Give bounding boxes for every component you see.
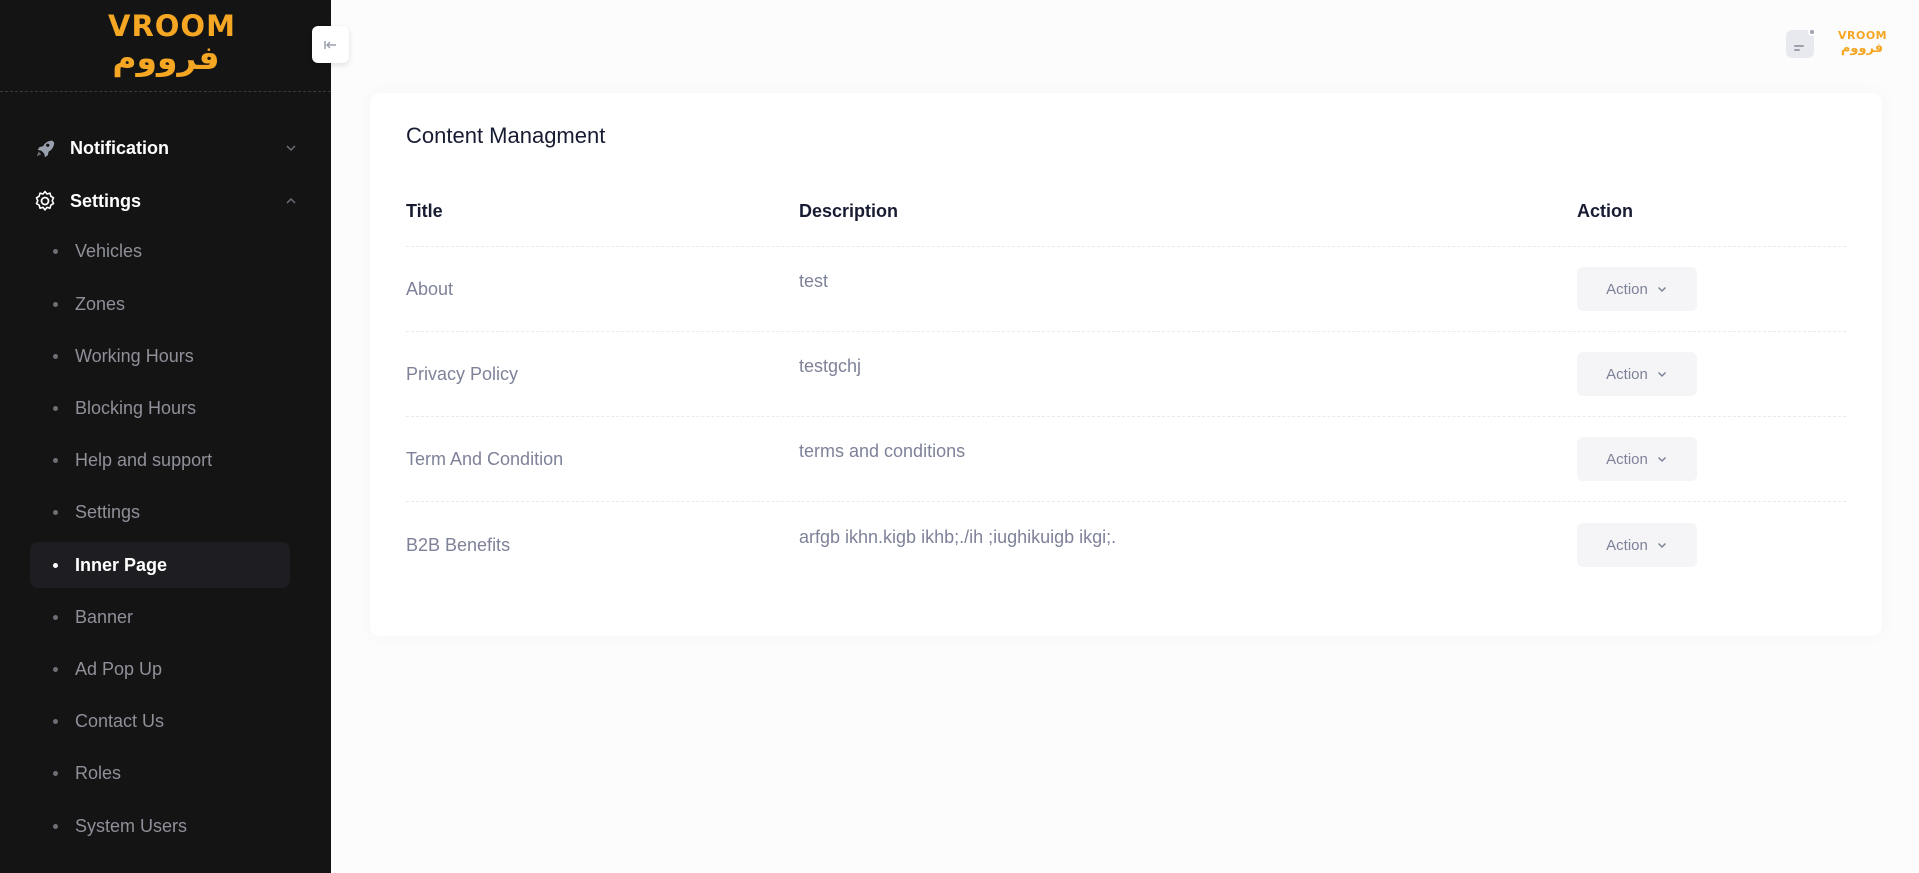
action-dropdown-button[interactable]: Action (1577, 267, 1697, 311)
status-dot (1808, 28, 1816, 36)
column-header-action: Action (1577, 201, 1633, 221)
action-dropdown-button[interactable]: Action (1577, 523, 1697, 567)
sidebar-group-notification[interactable]: Notification (30, 126, 300, 170)
sidebar-item-label: Working Hours (75, 345, 194, 366)
brand-logo[interactable]: VROOM فرووم (108, 10, 235, 77)
chevron-up-icon (284, 194, 298, 208)
sidebar-item-system-users[interactable]: System Users (30, 803, 290, 849)
sidebar-item-contact-us[interactable]: Contact Us (30, 698, 290, 744)
bullet (53, 614, 58, 620)
sidebar-item-zones[interactable]: Zones (30, 281, 290, 327)
sidebar-item-working-hours[interactable]: Working Hours (30, 333, 290, 379)
row-divider (406, 246, 1846, 247)
avatar-line (1794, 45, 1804, 47)
bullet (53, 718, 58, 724)
sidebar-logo-area: VROOM فرووم (0, 0, 331, 92)
sidebar-item-label: Contact Us (75, 710, 165, 731)
chevron-down-icon (1657, 456, 1666, 463)
row-divider (406, 331, 1846, 332)
sidebar-group-label: Notification (70, 137, 169, 158)
content-management-card: Content Managment Title Description Acti… (370, 93, 1882, 636)
sidebar-item-vehicles[interactable]: Vehicles (30, 228, 290, 274)
sidebar-item-help-and-support[interactable]: Help and support (30, 437, 290, 483)
bullet (53, 770, 58, 776)
sidebar-item-blocking-hours[interactable]: Blocking Hours (30, 385, 290, 431)
column-header-title: Title (406, 201, 443, 221)
sidebar-item-inner-page[interactable]: Inner Page (30, 542, 290, 588)
row-divider (406, 501, 1846, 502)
sidebar-item-label: Zones (75, 293, 126, 314)
sidebar-item-label: Blocking Hours (75, 397, 197, 418)
chevron-down-icon (1657, 542, 1666, 549)
sidebar-collapse-button[interactable] (312, 26, 349, 63)
sidebar-item-banner[interactable]: Banner (30, 594, 290, 640)
sidebar-item-label: Vehicles (75, 240, 143, 261)
sidebar: VROOM فرووم Notification Settings Vehicl… (0, 0, 331, 873)
bullet (53, 509, 58, 515)
arrow-left-icon (323, 40, 336, 49)
row-title: Privacy Policy (406, 364, 519, 384)
action-button-label: Action (1606, 365, 1648, 383)
avatar-line (1794, 49, 1800, 51)
sidebar-item-roles[interactable]: Roles (30, 750, 290, 796)
column-header-description: Description (799, 201, 899, 221)
row-title: Term And Condition (406, 449, 564, 469)
bullet (53, 823, 58, 829)
chevron-down-icon (284, 141, 298, 155)
bullet (53, 301, 58, 307)
row-description: test (799, 271, 829, 291)
sidebar-group-settings[interactable]: Settings (30, 179, 300, 223)
sidebar-item-label: Inner Page (75, 554, 168, 575)
sidebar-group-label: Settings (70, 190, 142, 211)
chevron-down-icon (1657, 371, 1666, 378)
sidebar-item-label: Settings (75, 501, 141, 522)
action-button-label: Action (1606, 280, 1648, 298)
row-title: B2B Benefits (406, 535, 511, 555)
header-brand-name-ar: فرووم (1840, 41, 1884, 56)
sidebar-item-settings[interactable]: Settings (30, 489, 290, 535)
row-divider (406, 416, 1846, 417)
sidebar-item-label: Ad Pop Up (75, 658, 163, 679)
sidebar-item-label: Roles (75, 762, 122, 783)
row-description: terms and conditions (799, 441, 966, 461)
bullet (53, 562, 58, 568)
bullet (53, 457, 58, 463)
row-description: testgchj (799, 356, 862, 376)
gear-icon (30, 186, 60, 216)
brand-name-ar: فرووم (112, 38, 220, 77)
action-button-label: Action (1606, 450, 1648, 468)
sidebar-item-label: System Users (75, 815, 188, 836)
row-title: About (406, 279, 454, 299)
user-avatar[interactable] (1786, 28, 1816, 58)
chevron-down-icon (1657, 286, 1666, 293)
sidebar-item-ad-pop-up[interactable]: Ad Pop Up (30, 646, 290, 692)
sidebar-item-label: Banner (75, 606, 134, 627)
bullet (53, 353, 58, 359)
row-description: arfgb ikhn.kigb ikhb;./ih ;iughikuigb ik… (799, 527, 1117, 547)
header-brand-logo: VROOM فرووم (1838, 30, 1887, 56)
bullet (53, 666, 58, 672)
page-title: Content Managment (406, 123, 606, 148)
bullet (53, 248, 58, 254)
action-dropdown-button[interactable]: Action (1577, 437, 1697, 481)
rocket-icon (30, 133, 60, 163)
action-button-label: Action (1606, 536, 1648, 554)
action-dropdown-button[interactable]: Action (1577, 352, 1697, 396)
bullet (53, 405, 58, 411)
sidebar-item-label: Help and support (75, 449, 213, 470)
